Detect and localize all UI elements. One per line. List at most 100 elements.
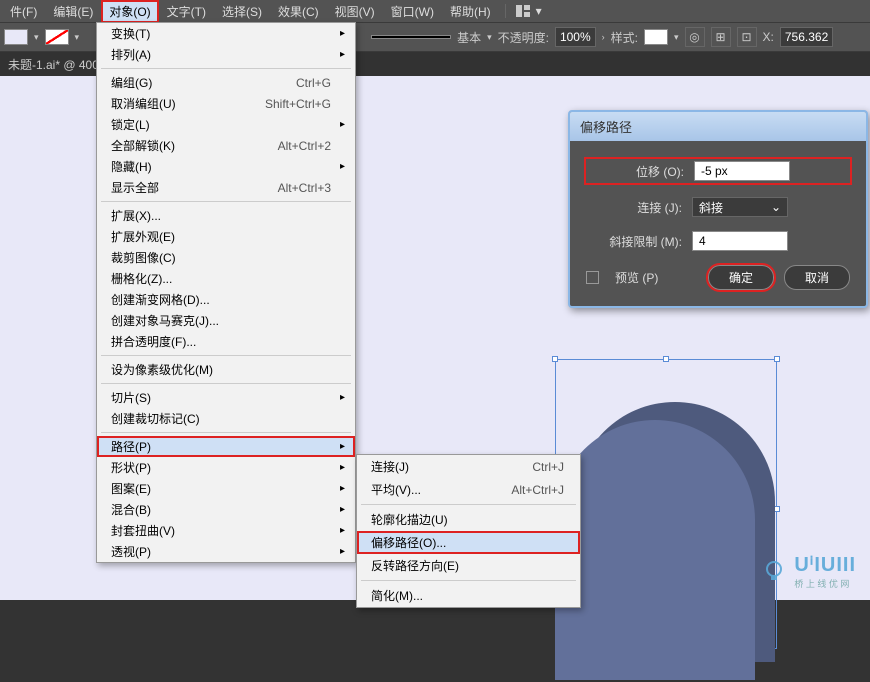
stroke-preview[interactable] bbox=[371, 35, 451, 39]
shape-front-face bbox=[555, 420, 755, 680]
path-submenu: 连接(J)Ctrl+J 平均(V)...Alt+Ctrl+J 轮廓化描边(U) … bbox=[356, 454, 581, 608]
join-field-group: 连接 (J): 斜接⌄ bbox=[586, 197, 850, 217]
submenu-join[interactable]: 连接(J)Ctrl+J bbox=[357, 455, 580, 478]
chevron-down-icon[interactable]: ▾ bbox=[75, 32, 80, 43]
selected-shape[interactable] bbox=[555, 402, 795, 682]
handle[interactable] bbox=[552, 356, 558, 362]
chevron-right-icon: ▸ bbox=[340, 462, 345, 473]
preview-label: 预览 (P) bbox=[615, 269, 658, 286]
menu-show-all[interactable]: 显示全部Alt+Ctrl+3 bbox=[97, 177, 355, 198]
submenu-average[interactable]: 平均(V)...Alt+Ctrl+J bbox=[357, 478, 580, 501]
x-value[interactable]: 756.362 bbox=[780, 27, 833, 47]
chevron-right-icon: ▸ bbox=[340, 441, 345, 452]
menu-perspective[interactable]: 透视(P)▸ bbox=[97, 541, 355, 562]
menu-slice[interactable]: 切片(S)▸ bbox=[97, 387, 355, 408]
chevron-right-icon: ▸ bbox=[340, 525, 345, 536]
offset-input[interactable]: -5 px bbox=[694, 161, 790, 181]
separator bbox=[101, 201, 351, 202]
opacity-label: 不透明度: bbox=[498, 29, 549, 46]
chevron-right-icon: ▸ bbox=[340, 28, 345, 39]
style-swatch[interactable] bbox=[644, 29, 668, 45]
separator bbox=[361, 580, 576, 581]
opacity-input[interactable]: 100% bbox=[555, 27, 596, 47]
dialog-title[interactable]: 偏移路径 bbox=[570, 112, 866, 141]
stroke-swatch[interactable] bbox=[45, 29, 69, 45]
separator bbox=[101, 68, 351, 69]
menu-edit[interactable]: 编辑(E) bbox=[45, 0, 101, 23]
basic-label: 基本 bbox=[457, 29, 481, 46]
menu-mosaic[interactable]: 创建对象马赛克(J)... bbox=[97, 310, 355, 331]
menu-hide[interactable]: 隐藏(H)▸ bbox=[97, 156, 355, 177]
menu-flatten-transparency[interactable]: 拼合透明度(F)... bbox=[97, 331, 355, 352]
offset-field-group: 位移 (O): -5 px bbox=[586, 159, 850, 183]
menu-lock[interactable]: 锁定(L)▸ bbox=[97, 114, 355, 135]
align-icon[interactable]: ⊞ bbox=[711, 27, 731, 47]
limit-label: 斜接限制 (M): bbox=[586, 233, 682, 250]
fill-swatch[interactable] bbox=[4, 29, 28, 45]
menu-rasterize[interactable]: 栅格化(Z)... bbox=[97, 268, 355, 289]
menu-gradient-mesh[interactable]: 创建渐变网格(D)... bbox=[97, 289, 355, 310]
join-select[interactable]: 斜接⌄ bbox=[692, 197, 788, 217]
ok-button[interactable]: 确定 bbox=[708, 265, 774, 290]
separator bbox=[101, 383, 351, 384]
menu-expand[interactable]: 扩展(X)... bbox=[97, 205, 355, 226]
menu-crop-image[interactable]: 裁剪图像(C) bbox=[97, 247, 355, 268]
offset-path-dialog: 偏移路径 位移 (O): -5 px 连接 (J): 斜接⌄ 斜接限制 (M):… bbox=[568, 110, 868, 308]
globe-icon[interactable]: ◎ bbox=[685, 27, 705, 47]
chevron-right-icon[interactable]: › bbox=[602, 32, 605, 42]
menu-crop-marks[interactable]: 创建裁切标记(C) bbox=[97, 408, 355, 429]
transform-icon[interactable]: ⊡ bbox=[737, 27, 757, 47]
chevron-right-icon: ▸ bbox=[340, 161, 345, 172]
dialog-buttons: 预览 (P) 确定 取消 bbox=[586, 265, 850, 290]
menu-object[interactable]: 对象(O) bbox=[101, 0, 158, 23]
chevron-right-icon: ▸ bbox=[340, 392, 345, 403]
chevron-right-icon: ▸ bbox=[340, 504, 345, 515]
submenu-simplify[interactable]: 简化(M)... bbox=[357, 584, 580, 607]
cancel-button[interactable]: 取消 bbox=[784, 265, 850, 290]
chevron-down-icon[interactable]: ▾ bbox=[487, 32, 492, 43]
menu-expand-appearance[interactable]: 扩展外观(E) bbox=[97, 226, 355, 247]
menu-pattern[interactable]: 图案(E)▸ bbox=[97, 478, 355, 499]
menu-file[interactable]: 件(F) bbox=[2, 0, 45, 23]
layout-icon[interactable] bbox=[514, 2, 534, 20]
handle[interactable] bbox=[663, 356, 669, 362]
menu-pixel-optimize[interactable]: 设为像素级优化(M) bbox=[97, 359, 355, 380]
style-label: 样式: bbox=[611, 29, 638, 46]
menu-ungroup[interactable]: 取消编组(U)Shift+Ctrl+G bbox=[97, 93, 355, 114]
menu-select[interactable]: 选择(S) bbox=[214, 0, 270, 23]
menu-unlock-all[interactable]: 全部解锁(K)Alt+Ctrl+2 bbox=[97, 135, 355, 156]
watermark-brand: UⁱIUIII bbox=[794, 552, 856, 577]
menu-group[interactable]: 编组(G)Ctrl+G bbox=[97, 72, 355, 93]
menu-window[interactable]: 窗口(W) bbox=[383, 0, 442, 23]
menu-help[interactable]: 帮助(H) bbox=[442, 0, 499, 23]
chevron-down-icon: ⌄ bbox=[771, 200, 781, 214]
menu-transform[interactable]: 变换(T)▸ bbox=[97, 23, 355, 44]
chevron-right-icon: ▸ bbox=[340, 119, 345, 130]
submenu-offset-path[interactable]: 偏移路径(O)... bbox=[357, 531, 580, 554]
menu-blend[interactable]: 混合(B)▸ bbox=[97, 499, 355, 520]
menu-view[interactable]: 视图(V) bbox=[327, 0, 383, 23]
handle[interactable] bbox=[774, 356, 780, 362]
limit-input[interactable]: 4 bbox=[692, 231, 788, 251]
menu-envelope[interactable]: 封套扭曲(V)▸ bbox=[97, 520, 355, 541]
separator bbox=[361, 504, 576, 505]
menu-path[interactable]: 路径(P)▸ bbox=[97, 436, 355, 457]
object-menu-dropdown: 变换(T)▸ 排列(A)▸ 编组(G)Ctrl+G 取消编组(U)Shift+C… bbox=[96, 22, 356, 563]
submenu-outline-stroke[interactable]: 轮廓化描边(U) bbox=[357, 508, 580, 531]
offset-label: 位移 (O): bbox=[588, 163, 684, 180]
chevron-down-icon[interactable]: ▾ bbox=[536, 4, 542, 18]
menu-shape[interactable]: 形状(P)▸ bbox=[97, 457, 355, 478]
lightbulb-icon bbox=[762, 559, 786, 583]
watermark-sub: 桥 上 线 优 网 bbox=[794, 577, 856, 590]
menu-type[interactable]: 文字(T) bbox=[159, 0, 214, 23]
chevron-down-icon[interactable]: ▾ bbox=[674, 32, 679, 43]
preview-checkbox[interactable] bbox=[586, 271, 599, 284]
chevron-right-icon: ▸ bbox=[340, 483, 345, 494]
x-label: X: bbox=[763, 30, 774, 44]
menu-effect[interactable]: 效果(C) bbox=[270, 0, 327, 23]
submenu-reverse-path[interactable]: 反转路径方向(E) bbox=[357, 554, 580, 577]
menu-arrange[interactable]: 排列(A)▸ bbox=[97, 44, 355, 65]
chevron-down-icon[interactable]: ▾ bbox=[34, 32, 39, 43]
chevron-right-icon: ▸ bbox=[340, 49, 345, 60]
menubar: 件(F) 编辑(E) 对象(O) 文字(T) 选择(S) 效果(C) 视图(V)… bbox=[0, 0, 870, 22]
